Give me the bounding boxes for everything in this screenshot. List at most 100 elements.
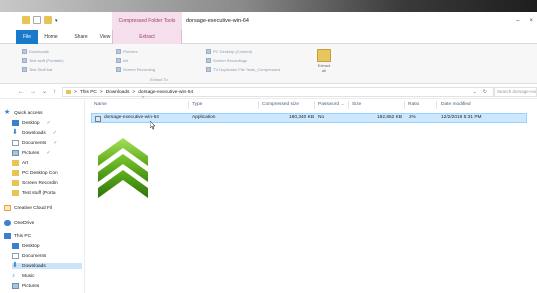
nav-item-documents[interactable]: Documents ✓ — [12, 140, 57, 146]
nav-quick-access[interactable]: ★ Quick access — [4, 109, 43, 116]
nav-item-test-stuff[interactable]: Test stuff (Porta — [12, 190, 56, 196]
nav-creative-cloud[interactable]: Creative Cloud Fil — [4, 205, 52, 211]
computer-icon — [4, 233, 11, 239]
chevron-down-icon[interactable]: ⌄ — [473, 85, 477, 99]
tab-home[interactable]: Home — [38, 30, 64, 44]
new-folder-icon[interactable] — [44, 16, 52, 24]
minimize-button[interactable]: – — [516, 12, 519, 30]
nav-item-screen-recordings[interactable]: Screen Recordin — [12, 180, 58, 186]
column-divider[interactable] — [348, 101, 349, 109]
extract-all-button[interactable]: Extract all — [316, 49, 332, 73]
desktop-icon — [12, 120, 19, 126]
column-divider[interactable] — [188, 101, 189, 109]
folder-icon — [12, 160, 19, 166]
search-input[interactable]: Search dorsage-executive-win-64 — [494, 87, 537, 97]
window-controls: – × — [516, 12, 533, 30]
music-icon: ♪ — [12, 273, 15, 279]
context-tab-group: Compressed Folder Tools — [112, 12, 182, 30]
column-size[interactable]: Size — [352, 102, 361, 107]
breadcrumb-current-folder[interactable]: dorsage-executive-win-64 — [138, 90, 193, 95]
address-actions: ⌄ ↻ — [473, 85, 487, 99]
tab-share[interactable]: Share — [68, 30, 94, 44]
breadcrumb-downloads[interactable]: Downloads — [106, 90, 130, 95]
ribbon-destination-3[interactable]: Test Stuff.bat — [22, 67, 52, 72]
nav-item-desktop[interactable]: Desktop ✓ — [12, 120, 51, 126]
ribbon-destination-8[interactable]: Screen Recordings — [206, 58, 247, 63]
address-bar-row: ← → ⌄ ↑ > This PC > Downloads > dorsage-… — [0, 85, 537, 99]
folder-icon — [116, 49, 121, 54]
desktop-icon — [12, 243, 19, 249]
file-date-modified: 12/2/2019 5:31 PM — [441, 115, 482, 120]
cloud-icon — [4, 220, 11, 226]
file-password: No — [318, 115, 325, 120]
pin-icon: ✓ — [46, 150, 51, 156]
creative-cloud-icon — [4, 205, 11, 211]
file-type: Application — [192, 115, 216, 120]
breadcrumb-this-pc[interactable]: This PC — [80, 90, 97, 95]
folder-icon[interactable] — [22, 16, 30, 24]
ribbon: Downloads Test stuff (Portable) Test Stu… — [0, 44, 537, 84]
folder-icon — [206, 67, 211, 72]
nav-onedrive[interactable]: OneDrive — [4, 220, 34, 226]
nav-pc-documents[interactable]: Documents — [12, 253, 46, 259]
column-compressed-size[interactable]: Compressed size — [262, 102, 299, 107]
chevron-down-icon[interactable]: ⌄ — [42, 85, 47, 99]
folder-icon — [12, 180, 19, 186]
column-divider[interactable] — [258, 101, 259, 109]
table-row[interactable]: dorsage-executive-win-64 Application 180… — [91, 113, 527, 123]
up-chevron-arrows-icon — [98, 138, 148, 198]
address-bar[interactable]: > This PC > Downloads > dorsage-executiv… — [62, 87, 494, 97]
ribbon-destination-1[interactable]: Downloads — [22, 49, 49, 54]
chevron-down-icon[interactable]: ▾ — [55, 18, 60, 24]
column-password[interactable]: Password ... — [318, 102, 344, 107]
ribbon-tabs: File Home Share View Extract — [0, 30, 537, 44]
folder-icon — [116, 67, 121, 72]
breadcrumb-separator: > — [74, 89, 77, 95]
document-icon — [12, 253, 19, 259]
ribbon-destination-7[interactable]: PC Desktop (Content) — [206, 49, 252, 54]
nav-item-pc-desktop-content[interactable]: PC Desktop Con — [12, 170, 58, 176]
nav-pc-desktop[interactable]: Desktop — [12, 243, 40, 249]
ribbon-destination-5[interactable]: Art — [116, 58, 128, 63]
nav-item-art[interactable]: Art — [12, 160, 28, 166]
folder-icon — [12, 170, 19, 176]
background-strip — [0, 0, 537, 12]
column-headers: Name Type Compressed size Password ... S… — [86, 100, 537, 110]
quick-access-toolbar: ▾ — [22, 16, 60, 24]
file-size: 182,652 KB — [377, 115, 403, 120]
up-arrow-icon[interactable]: ↑ — [53, 85, 56, 99]
folder-icon — [206, 58, 211, 63]
tab-extract[interactable]: Extract — [112, 30, 182, 44]
nav-this-pc[interactable]: This PC — [4, 233, 31, 239]
download-icon: ⬇ — [12, 129, 18, 136]
nav-pc-pictures[interactable]: Pictures — [12, 283, 39, 289]
ribbon-destination-9[interactable]: TV Duplicator File Tests_Compressed — [206, 67, 280, 72]
application-icon — [95, 115, 101, 122]
folder-icon — [206, 49, 211, 54]
ribbon-destination-2[interactable]: Test stuff (Portable) — [22, 58, 64, 63]
column-name[interactable]: Name — [94, 102, 107, 107]
document-icon — [12, 140, 19, 146]
close-button[interactable]: × — [529, 12, 533, 30]
nav-pc-downloads[interactable]: ⬇ Downloads — [12, 262, 82, 269]
properties-icon[interactable] — [33, 16, 41, 24]
ribbon-group-label: Extract To — [150, 77, 168, 82]
tab-file[interactable]: File — [16, 30, 38, 44]
navigation-pane: ★ Quick access Desktop ✓ ⬇ Downloads ✓ Doc… — [0, 100, 85, 293]
folder-icon — [22, 49, 27, 54]
forward-arrow-icon[interactable]: → — [30, 85, 36, 99]
nav-pc-music[interactable]: ♪ Music — [12, 273, 35, 279]
column-date-modified[interactable]: Date modified — [441, 102, 471, 107]
nav-item-pictures[interactable]: Pictures ✓ — [12, 150, 51, 156]
ribbon-destination-6[interactable]: Screen Recording — [116, 67, 155, 72]
nav-item-downloads[interactable]: ⬇ Downloads ✓ — [12, 129, 57, 136]
folder-icon — [116, 58, 121, 63]
column-divider[interactable] — [436, 101, 437, 109]
refresh-icon[interactable]: ↻ — [483, 85, 487, 99]
ribbon-destination-4[interactable]: Pictures — [116, 49, 137, 54]
column-ratio[interactable]: Ratio — [408, 102, 419, 107]
column-divider[interactable] — [314, 101, 315, 109]
column-divider[interactable] — [404, 101, 405, 109]
back-arrow-icon[interactable]: ← — [18, 85, 24, 99]
column-type[interactable]: Type — [192, 102, 202, 107]
